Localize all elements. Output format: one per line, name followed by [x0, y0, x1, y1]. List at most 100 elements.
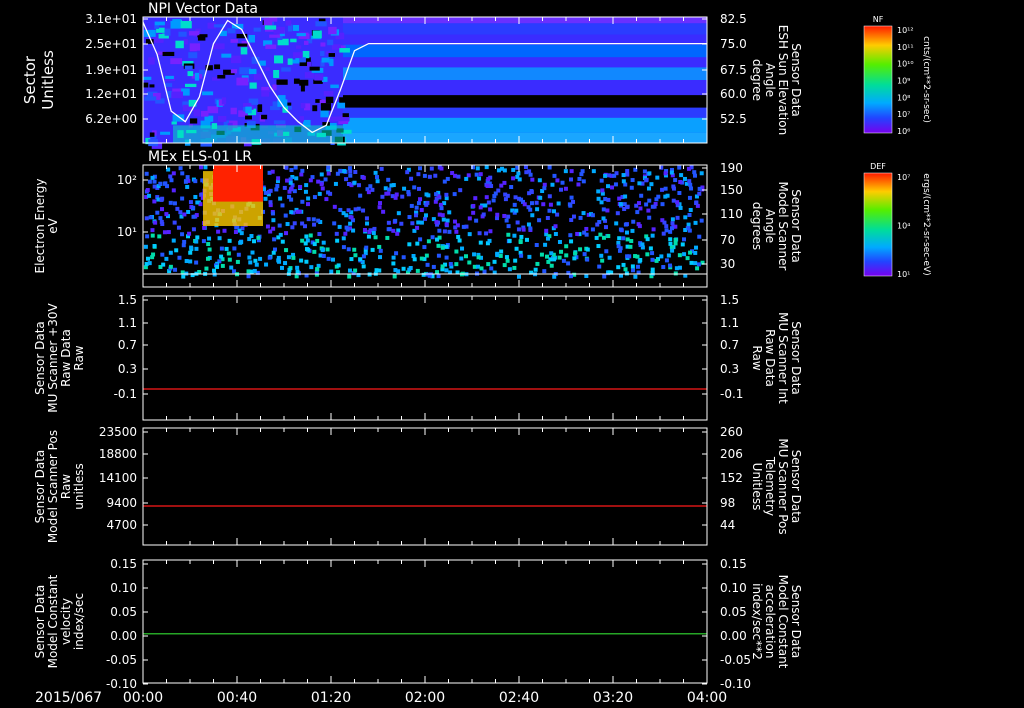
- els-cell: [247, 237, 252, 242]
- els-cell: [456, 234, 461, 239]
- els-cell: [559, 187, 564, 192]
- els-cell: [341, 211, 346, 216]
- left-tick-label: 0.05: [110, 605, 137, 619]
- els-cell: [678, 180, 683, 185]
- els-cell: [409, 203, 414, 208]
- right-axis-title: acceleration: [763, 585, 777, 659]
- els-cell: [365, 221, 370, 226]
- els-cell: [145, 188, 150, 193]
- els-cell: [413, 213, 418, 218]
- els-cell: [366, 190, 371, 195]
- right-axis-title: Sensor Data: [789, 321, 803, 395]
- els-cell: [153, 220, 158, 225]
- npi-cell: [180, 21, 192, 29]
- els-cell: [157, 234, 162, 239]
- els-cell: [436, 243, 441, 248]
- els-cell: [252, 239, 257, 244]
- els-cell: [191, 214, 196, 219]
- els-cell: [195, 200, 200, 205]
- npi-cell: [165, 83, 173, 87]
- els-cell: [495, 251, 500, 256]
- left-axis-title: eV: [46, 217, 60, 233]
- els-cell: [311, 217, 316, 222]
- els-cell: [472, 252, 477, 257]
- npi-cell: [273, 120, 286, 125]
- els-cell: [687, 195, 692, 200]
- els-cell: [180, 196, 185, 201]
- els-cell: [334, 231, 339, 236]
- els-cell: [579, 172, 584, 177]
- els-cell: [191, 205, 196, 210]
- els-cell: [329, 269, 334, 274]
- left-tick-label: 0.15: [110, 557, 137, 571]
- els-cell: [457, 238, 462, 243]
- els-cell: [545, 236, 550, 241]
- els-cell: [277, 223, 282, 228]
- els-cell: [312, 222, 317, 227]
- els-cell: [252, 268, 257, 273]
- npi-cell: [272, 84, 277, 91]
- els-cell: [454, 262, 459, 267]
- els-cell: [522, 202, 527, 207]
- time-tick-label: 00:40: [217, 690, 257, 706]
- els-cell: [229, 265, 234, 270]
- left-axis-title: Sensor Data: [33, 585, 47, 659]
- els-cell: [396, 211, 401, 216]
- npi-cell: [248, 68, 257, 75]
- right-axis-title: Sensor Data: [789, 585, 803, 659]
- els-cell: [216, 229, 221, 234]
- colorbar-title: NF: [873, 15, 884, 24]
- els-cell: [442, 229, 447, 234]
- els-cell: [630, 178, 635, 183]
- npi-cell: [214, 64, 221, 70]
- els-cell: [507, 238, 512, 243]
- els-cell: [148, 215, 153, 220]
- els-cell: [147, 179, 152, 184]
- els-cell: [651, 227, 656, 232]
- els-cell: [654, 258, 659, 263]
- npi-cell: [296, 45, 302, 49]
- els-cell: [636, 201, 641, 206]
- els-cell: [467, 216, 472, 221]
- els-cell: [492, 259, 497, 264]
- els-cell: [419, 220, 424, 225]
- els-cell: [664, 224, 669, 229]
- els-cell: [693, 173, 698, 178]
- els-cell: [391, 228, 396, 233]
- npi-cell: [230, 39, 239, 43]
- npi-cell: [149, 84, 155, 88]
- els-cell: [694, 200, 699, 205]
- els-cell: [677, 253, 682, 258]
- panel-title: NPI Vector Data: [148, 1, 258, 17]
- npi-cell: [339, 97, 347, 103]
- els-cell: [596, 196, 601, 201]
- left-tick-label: 2.5e+01: [85, 37, 137, 51]
- els-cell: [689, 186, 694, 191]
- els-cell: [661, 231, 666, 236]
- els-cell: [320, 248, 325, 253]
- right-tick-label: -0.1: [720, 387, 743, 401]
- els-cell: [151, 252, 156, 257]
- npi-cell: [269, 17, 278, 22]
- els-cell: [505, 193, 510, 198]
- els-cell: [693, 220, 698, 225]
- npi-cell: [221, 97, 227, 105]
- npi-cell: [276, 79, 288, 85]
- right-axis-title: Unitless: [750, 463, 764, 511]
- els-cell: [445, 176, 450, 181]
- els-cell: [267, 255, 272, 260]
- npi-cell: [330, 84, 339, 89]
- els-cell: [419, 256, 424, 261]
- left-axis-title: Raw Data: [59, 329, 73, 387]
- els-cell: [309, 265, 314, 270]
- els-cell: [219, 254, 224, 259]
- right-axis-title: Raw: [750, 345, 764, 370]
- els-cell: [635, 264, 640, 269]
- els-cell: [675, 215, 680, 220]
- npi-cell: [328, 53, 335, 57]
- els-cell: [288, 177, 293, 182]
- npi-cell: [188, 31, 200, 36]
- npi-cell: [273, 69, 280, 78]
- els-cell: [693, 250, 698, 255]
- els-cell: [181, 274, 186, 279]
